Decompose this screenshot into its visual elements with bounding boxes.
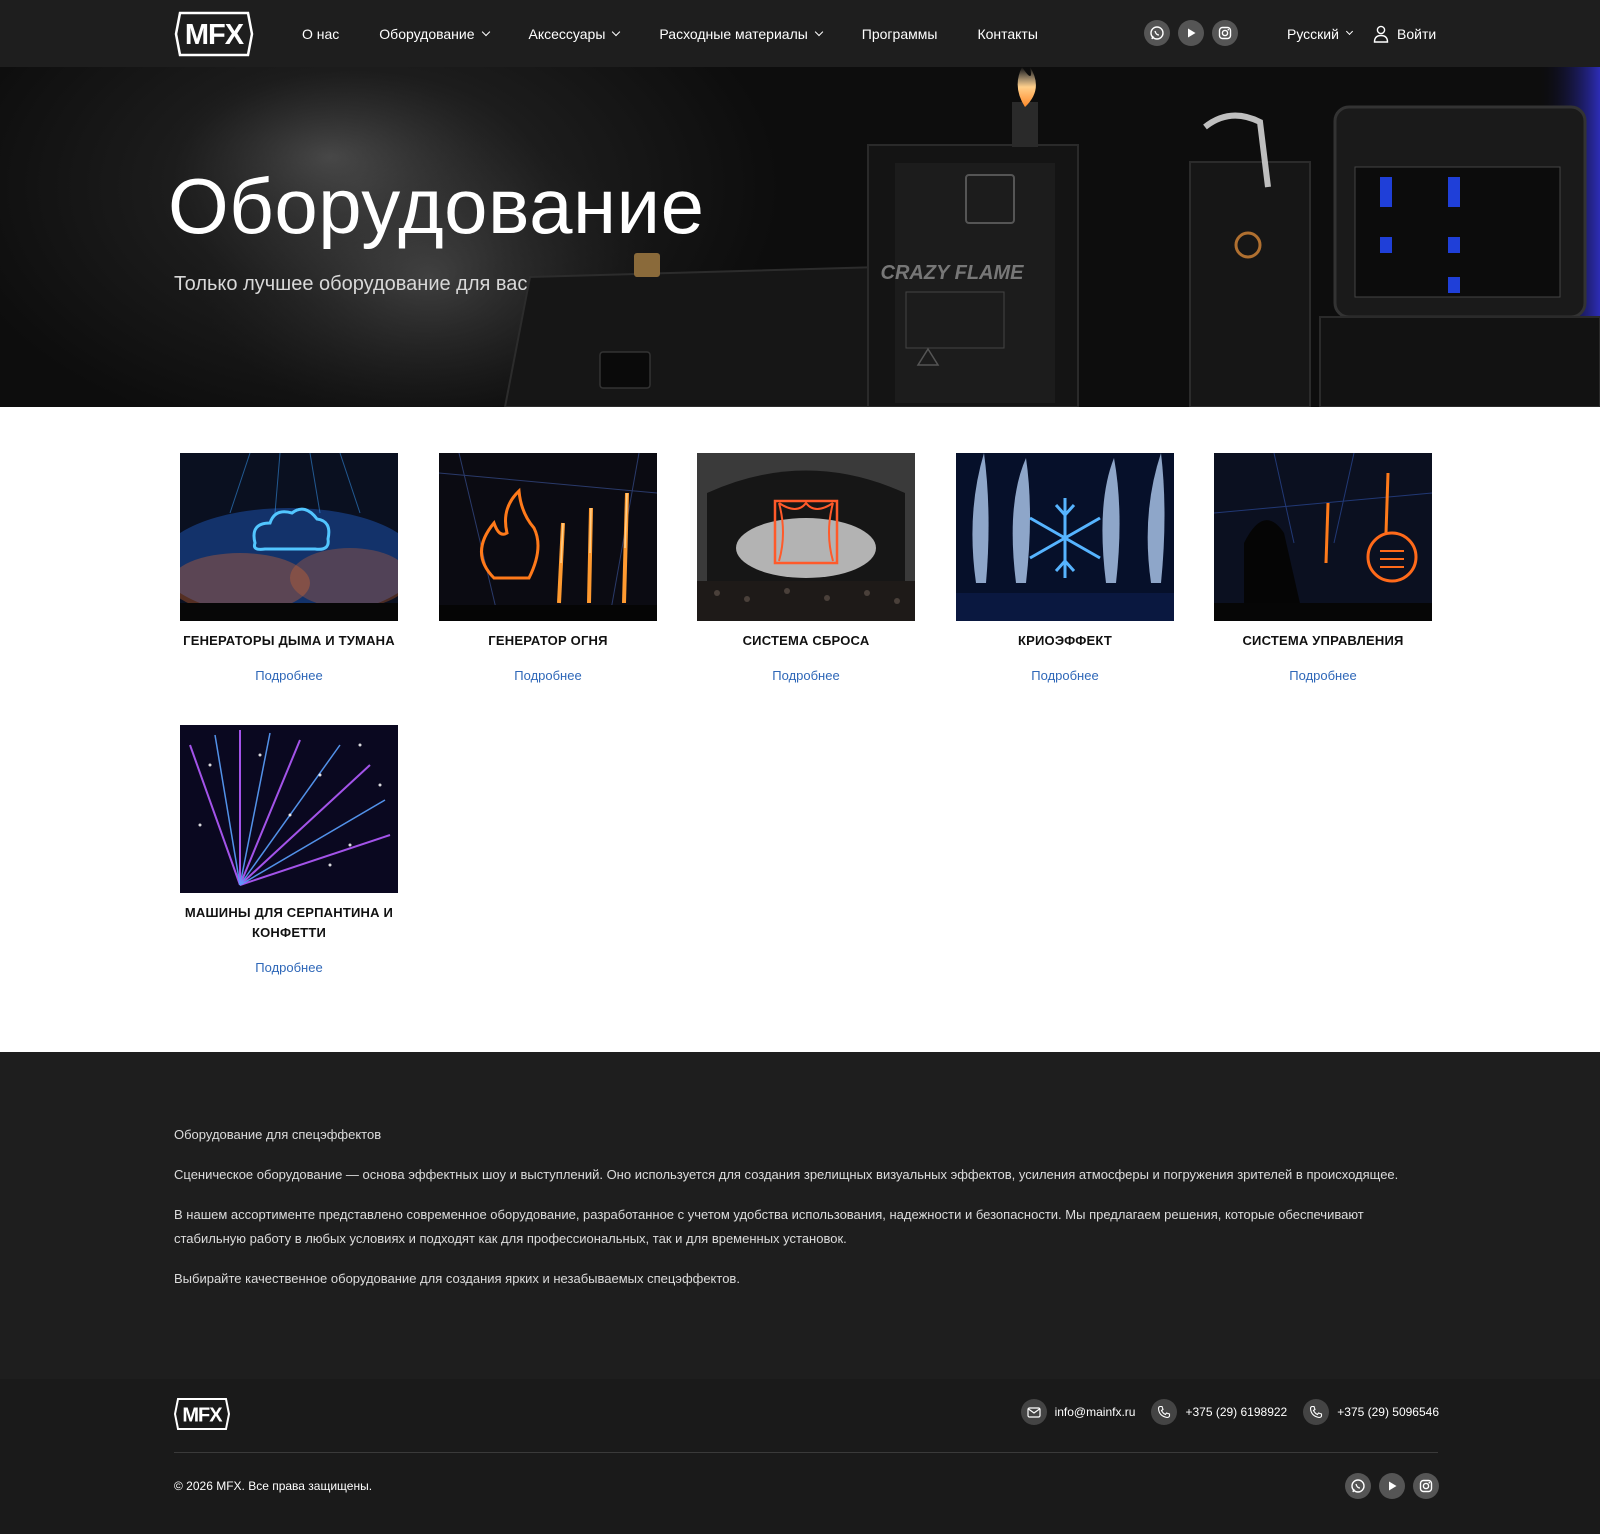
instagram-icon[interactable] xyxy=(1212,20,1238,46)
email-link[interactable]: info@mainfx.ru xyxy=(1020,1399,1135,1425)
category-title[interactable]: Система управления xyxy=(1214,631,1432,651)
category-image-fire[interactable] xyxy=(439,453,657,621)
category-title[interactable]: Машины для серпантина и конфетти xyxy=(180,903,398,943)
page-subtitle: Только лучшее оборудование для вас xyxy=(174,273,528,295)
category-image-cryo[interactable] xyxy=(956,453,1174,621)
category-card: Криоэффект Подробнее xyxy=(956,453,1174,685)
youtube-icon[interactable] xyxy=(1379,1473,1405,1499)
footer-divider xyxy=(174,1452,1438,1453)
phone-link[interactable]: +375 (29) 6198922 xyxy=(1151,1399,1287,1425)
category-card: Генераторы дыма и тумана Подробнее xyxy=(180,453,398,685)
svg-text:CRAZY FLAME: CRAZY FLAME xyxy=(881,262,1025,284)
instagram-icon[interactable] xyxy=(1413,1473,1439,1499)
chevron-down-icon xyxy=(814,27,824,36)
main-nav: О нас Оборудование Аксессуары Расходные … xyxy=(302,0,1038,67)
seo-paragraph: Сценическое оборудование — основа эффект… xyxy=(174,1167,1399,1182)
hero-banner: CRAZY FLAME Оборудование Только лучшее о… xyxy=(0,67,1600,407)
seo-paragraph: В нашем ассортименте представлено соврем… xyxy=(174,1207,1364,1246)
chevron-down-icon xyxy=(481,27,490,36)
category-card: Генератор огня Подробнее xyxy=(439,453,657,685)
category-more-link[interactable]: Подробнее xyxy=(255,668,322,683)
nav-item-about[interactable]: О нас xyxy=(302,26,339,42)
category-card: Система управления Подробнее xyxy=(1214,453,1432,685)
seo-heading: Оборудование для спецэффектов xyxy=(174,1127,382,1142)
svg-text:MFX: MFX xyxy=(182,1405,223,1427)
chevron-down-icon xyxy=(612,27,621,36)
category-title[interactable]: Генератор огня xyxy=(439,631,657,651)
footer-logo[interactable]: MFX xyxy=(173,1397,231,1436)
whatsapp-icon[interactable] xyxy=(1345,1473,1371,1499)
category-title[interactable]: Система сброса xyxy=(697,631,915,651)
category-card: Система сброса Подробнее xyxy=(697,453,915,685)
page-title: Оборудование xyxy=(168,162,705,250)
category-image-control[interactable] xyxy=(1214,453,1432,621)
chevron-down-icon xyxy=(1345,27,1353,36)
category-title[interactable]: Криоэффект xyxy=(956,631,1174,651)
mfx-logo[interactable]: MFX xyxy=(174,11,254,57)
category-card: Машины для серпантина и конфетти Подробн… xyxy=(180,725,398,977)
site-footer: MFX info@mainfx.ru +375 (29) 6198922 +37… xyxy=(0,1379,1600,1534)
seo-description: Оборудование для спецэффектов Сценическо… xyxy=(0,1052,1600,1379)
category-more-link[interactable]: Подробнее xyxy=(1289,668,1356,683)
header-social-links xyxy=(1144,20,1238,46)
svg-text:MFX: MFX xyxy=(185,19,245,51)
category-image-confetti[interactable] xyxy=(180,725,398,893)
phone-icon xyxy=(1303,1399,1330,1425)
category-image-smoke[interactable] xyxy=(180,453,398,621)
footer-social-links xyxy=(1345,1473,1439,1499)
copyright-text: © 2026 MFX. Все права защищены. xyxy=(174,1479,373,1493)
category-more-link[interactable]: Подробнее xyxy=(514,668,581,683)
seo-paragraph: Выбирайте качественное оборудование для … xyxy=(174,1271,740,1286)
footer-contacts: info@mainfx.ru +375 (29) 6198922 +375 (2… xyxy=(1020,1399,1439,1425)
category-more-link[interactable]: Подробнее xyxy=(1031,668,1098,683)
nav-item-contacts[interactable]: Контакты xyxy=(977,26,1037,42)
category-image-drop-system[interactable] xyxy=(697,453,915,621)
site-header: MFX О нас Оборудование Аксессуары Расход… xyxy=(0,0,1600,67)
nav-item-programs[interactable]: Программы xyxy=(862,26,938,42)
category-more-link[interactable]: Подробнее xyxy=(772,668,839,683)
youtube-icon[interactable] xyxy=(1178,20,1204,46)
phone-icon xyxy=(1151,1399,1178,1425)
whatsapp-icon[interactable] xyxy=(1144,20,1170,46)
mail-icon xyxy=(1020,1399,1047,1425)
nav-item-accessories[interactable]: Аксессуары xyxy=(529,26,621,42)
category-more-link[interactable]: Подробнее xyxy=(255,960,322,975)
nav-item-consumables[interactable]: Расходные материалы xyxy=(659,26,824,42)
nav-item-equipment[interactable]: Оборудование xyxy=(379,26,490,42)
user-icon xyxy=(1373,25,1389,43)
login-button[interactable]: Войти xyxy=(1373,0,1436,67)
phone-link[interactable]: +375 (29) 5096546 xyxy=(1303,1399,1439,1425)
language-selector[interactable]: Русский xyxy=(1287,0,1353,67)
category-title[interactable]: Генераторы дыма и тумана xyxy=(180,631,398,651)
